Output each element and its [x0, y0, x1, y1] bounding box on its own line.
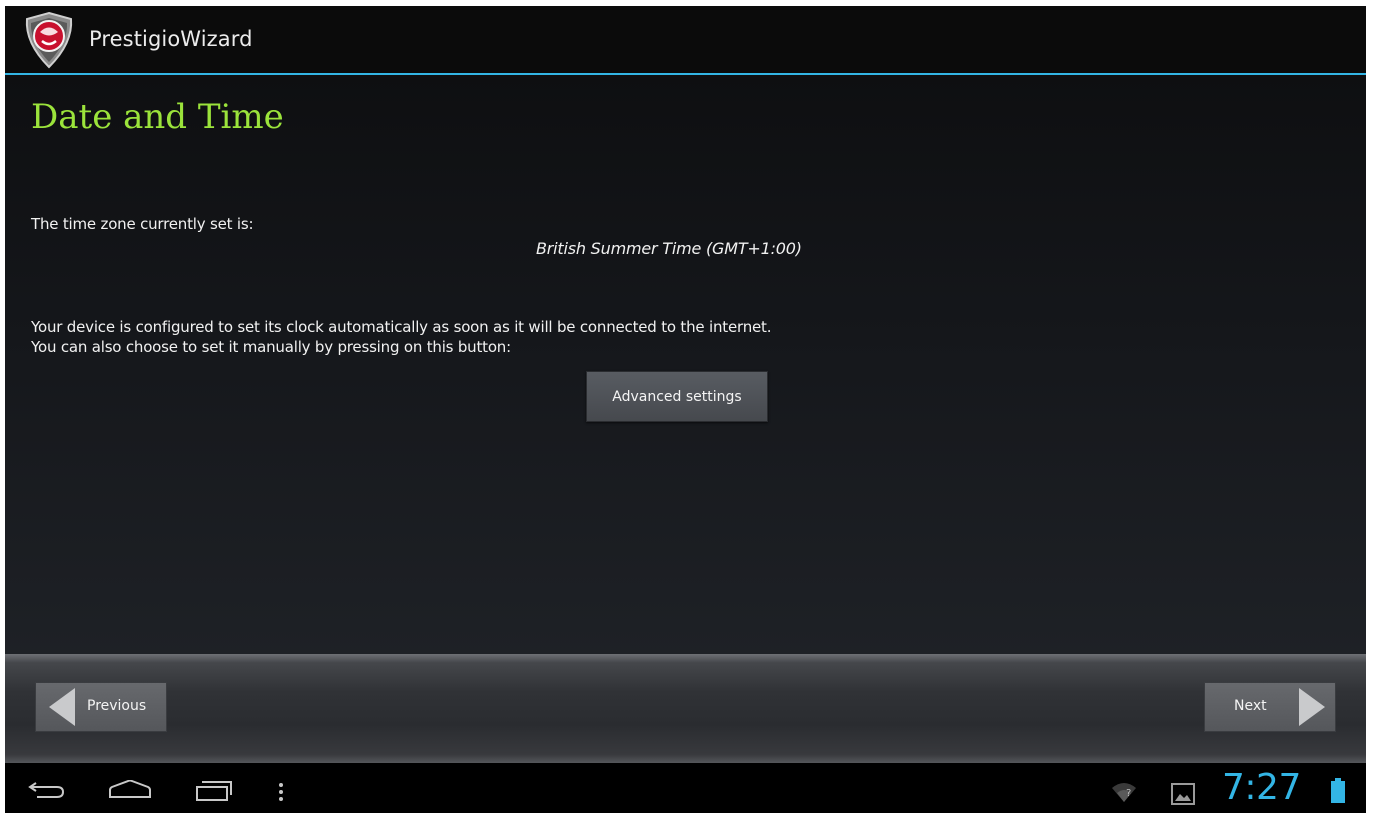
arrow-left-icon — [49, 688, 75, 726]
wizard-navigation-bar: Previous Next — [5, 654, 1366, 763]
wifi-icon: ? — [1112, 783, 1136, 802]
back-icon[interactable] — [27, 779, 67, 801]
advanced-settings-button[interactable]: Advanced settings — [586, 371, 768, 422]
next-label: Next — [1234, 698, 1267, 714]
app-title: PrestigioWizard — [89, 27, 253, 51]
recents-icon[interactable] — [194, 779, 234, 803]
home-icon[interactable] — [107, 780, 153, 800]
content-area: Date and Time The time zone currently se… — [5, 75, 1366, 657]
next-button[interactable]: Next — [1204, 682, 1336, 732]
timezone-label: The time zone currently set is: — [31, 215, 254, 233]
status-clock: 7:27 — [1222, 767, 1301, 808]
battery-icon — [1331, 778, 1345, 803]
previous-label: Previous — [87, 698, 147, 714]
description-line-1: Your device is configured to set its clo… — [31, 318, 772, 336]
previous-button[interactable]: Previous — [35, 682, 167, 732]
notification-image-icon — [1171, 783, 1195, 805]
svg-text:?: ? — [1126, 788, 1131, 799]
arrow-right-icon — [1299, 688, 1325, 726]
description-line-2: You can also choose to set it manually b… — [31, 338, 511, 356]
action-bar: PrestigioWizard — [5, 6, 1366, 75]
system-navigation-bar: ? 7:27 — [5, 763, 1366, 813]
page-title: Date and Time — [31, 97, 284, 137]
menu-overflow-icon[interactable] — [276, 782, 286, 802]
prestigio-shield-logo-icon — [25, 11, 73, 69]
timezone-value: British Summer Time (GMT+1:00) — [536, 239, 802, 258]
android-screen: PrestigioWizard Date and Time The time z… — [5, 6, 1366, 813]
